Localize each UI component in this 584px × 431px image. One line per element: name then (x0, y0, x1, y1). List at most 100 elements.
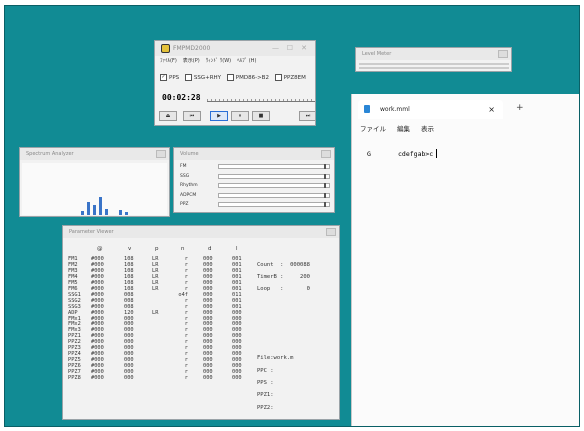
ppz2-readout: PPZ2: (257, 405, 274, 411)
volume-label: PPZ (180, 202, 189, 207)
spectrum-bar (104, 208, 108, 215)
volume-slider[interactable] (218, 164, 330, 169)
timerb-readout: TimerB : 200 (257, 274, 310, 280)
header-p: p (155, 246, 159, 252)
desktop: FMPMD2000 — ☐ ✕ ﾌｧｲﾙ(F) 表示(P) ｳｨﾝﾄﾞ ｳ(W) ﾍﾙ… (4, 5, 580, 427)
volume-slider[interactable] (218, 183, 330, 188)
spectrum-display (22, 163, 167, 215)
app-icon (161, 44, 170, 53)
menu-window[interactable]: ｳｨﾝﾄﾞ ｳ(W) (206, 58, 231, 64)
spectrum-bar (124, 212, 128, 215)
param-viewer-window: Parameter Viewer @ v p n d l FM1 FM2 FM3… (62, 225, 340, 420)
new-tab-button[interactable]: + (516, 103, 524, 113)
file-readout: File:work.m (257, 355, 294, 361)
fmpmd-titlebar[interactable]: FMPMD2000 — ☐ ✕ (155, 41, 315, 56)
fmpmd-window: FMPMD2000 — ☐ ✕ ﾌｧｲﾙ(F) 表示(P) ｳｨﾝﾄﾞ ｳ(W) ﾍﾙ… (154, 40, 316, 126)
checkbox-ppz8em[interactable] (274, 74, 282, 81)
spectrum-bar (81, 210, 85, 215)
spectrum-bar (93, 205, 97, 215)
volume-close[interactable] (321, 150, 331, 158)
tab-close-button[interactable]: × (488, 100, 495, 119)
spectrum-close[interactable] (156, 150, 166, 158)
eject-icon: ⏏ (165, 113, 171, 119)
label-pps: PPS (169, 75, 180, 81)
col-p: LR LR LR LR LR LR LR (152, 256, 159, 316)
volume-window: Volume FM0SSG0Rhythm0ADPCM0PPZ0 (173, 147, 335, 213)
tab-title: work.mml (380, 106, 410, 113)
pause-button[interactable]: ⏸ (231, 111, 249, 121)
level-meter-bar-left (359, 63, 509, 65)
param-title: Parameter Viewer (69, 229, 114, 235)
label-ssg-rhy: SSG+RHY (193, 75, 222, 81)
check-pps[interactable]: ✓ PPS (160, 74, 180, 81)
volume-label: FM (180, 164, 187, 169)
volume-titlebar[interactable]: Volume (174, 148, 334, 160)
check-pmd86[interactable]: PMD86->B2 (226, 74, 269, 81)
checkbox-pmd86[interactable] (226, 74, 234, 81)
check-ssg-rhy[interactable]: SSG+RHY (184, 74, 222, 81)
next-button[interactable]: ⏭ (299, 111, 315, 121)
label-ppz8em: PPZ8EM (283, 75, 306, 81)
tab-work-mml[interactable]: work.mml × (358, 100, 503, 119)
previous-button[interactable]: ⏮ (183, 111, 201, 121)
np-menu-file[interactable]: ファイル (360, 125, 386, 133)
check-ppz8em[interactable]: PPZ8EM (274, 74, 306, 81)
text-cursor (436, 149, 437, 158)
notepad-file-icon (364, 105, 370, 113)
volume-slider-handle[interactable] (323, 164, 326, 169)
volume-slider[interactable] (218, 192, 330, 198)
level-meter-titlebar[interactable]: Level Meter (356, 48, 511, 60)
menu-view[interactable]: 表示(P) (183, 58, 200, 64)
stop-button[interactable]: ■ (252, 111, 270, 121)
volume-slider-handle[interactable] (323, 183, 326, 188)
close-button[interactable]: ✕ (301, 41, 307, 56)
volume-title: Volume (180, 151, 199, 157)
checkbox-ssg-rhy[interactable] (184, 74, 192, 81)
play-button[interactable]: ▶ (210, 111, 228, 121)
pps-readout: PPS : (257, 380, 274, 386)
col-at: #000 #000 #000 #000 #000 #000 #000 #000 … (91, 256, 104, 382)
param-close[interactable] (326, 228, 336, 236)
col-v: 108 108 108 108 108 108 008 008 008 120 … (124, 256, 134, 382)
header-n: n (181, 246, 185, 252)
level-meter-bar-right (359, 67, 509, 69)
menu-help[interactable]: ﾍﾙﾌﾟ (H) (237, 58, 256, 64)
spectrum-titlebar[interactable]: Spectrum Analyzer (20, 148, 169, 160)
header-v: v (128, 246, 132, 252)
param-titlebar[interactable]: Parameter Viewer (63, 226, 339, 238)
header-l: l (236, 246, 238, 252)
editor-area[interactable]: G cdefgab>c (352, 138, 579, 426)
volume-slider[interactable] (218, 202, 330, 207)
volume-slider-handle[interactable] (323, 192, 326, 198)
ppc-readout: PPC : (257, 368, 274, 374)
checkbox-pps[interactable]: ✓ (160, 74, 167, 81)
volume-label: Rhythm (180, 183, 198, 188)
ppz1-readout: PPZ1: (257, 392, 274, 398)
header-at: @ (97, 246, 103, 252)
notepad-window: work.mml × + ファイル 編集 表示 G cdefgab>c (351, 94, 579, 426)
pause-icon: ⏸ (238, 113, 242, 119)
notepad-menubar: ファイル 編集 表示 (360, 123, 445, 133)
eject-button[interactable]: ⏏ (159, 111, 177, 121)
col-d: 000 000 000 000 000 000 000 000 000 000 … (203, 256, 213, 382)
maximize-button[interactable]: ☐ (287, 41, 293, 56)
spectrum-bar (87, 202, 91, 215)
col-channels: FM1 FM2 FM3 FM4 FM5 FM6 SSG1 SSG2 SSG3 A… (68, 256, 81, 382)
volume-slider-handle[interactable] (323, 202, 326, 207)
stop-icon: ■ (258, 113, 264, 119)
previous-icon: ⏮ (189, 113, 195, 119)
next-icon: ⏭ (305, 113, 311, 119)
level-meter-close[interactable] (498, 50, 508, 58)
volume-slider[interactable] (218, 173, 330, 179)
minimize-button[interactable]: — (272, 41, 279, 56)
col-l: 001 001 001 001 001 001 011 001 001 000 … (232, 256, 242, 382)
menu-file[interactable]: ﾌｧｲﾙ(F) (160, 58, 177, 64)
spectrum-window: Spectrum Analyzer (19, 147, 170, 217)
volume-slider-handle[interactable] (323, 173, 326, 179)
volume-label: ADPCM (180, 192, 197, 198)
np-menu-edit[interactable]: 編集 (397, 125, 410, 133)
seek-bar[interactable] (207, 95, 315, 102)
spectrum-title: Spectrum Analyzer (26, 151, 74, 157)
np-menu-view[interactable]: 表示 (421, 125, 434, 133)
level-meter-title: Level Meter (362, 51, 392, 57)
